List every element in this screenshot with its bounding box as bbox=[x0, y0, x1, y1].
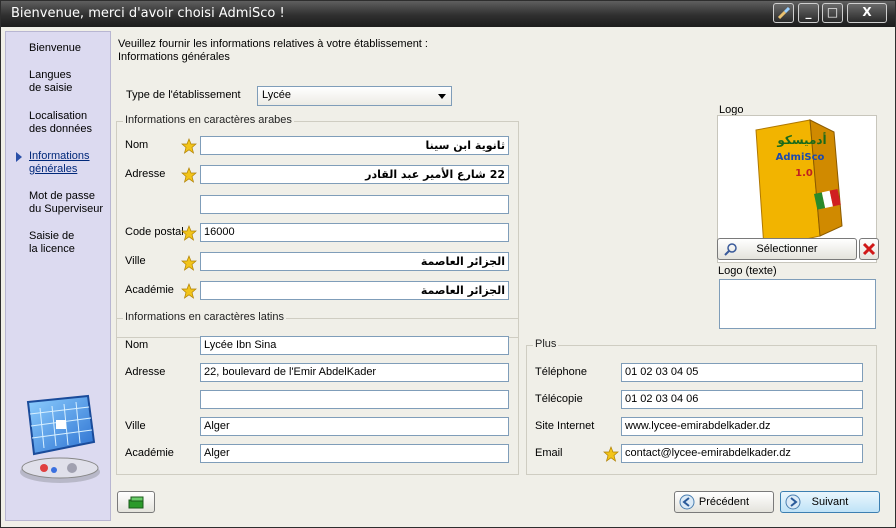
required-star-icon bbox=[181, 255, 197, 271]
latin-ville-label: Ville bbox=[125, 420, 146, 432]
latin-academie-field[interactable]: Alger bbox=[200, 444, 509, 463]
latin-nom-label: Nom bbox=[125, 339, 149, 351]
sidebar-item-langues[interactable]: Langues de saisie bbox=[29, 69, 109, 95]
required-star-icon bbox=[603, 446, 619, 462]
sidebar-item-licence[interactable]: Saisie de la licence bbox=[29, 230, 109, 256]
green-box-icon bbox=[128, 496, 144, 509]
required-star-icon bbox=[181, 283, 197, 299]
sidebar-item-informations[interactable]: Informations générales bbox=[29, 150, 109, 176]
telecopie-label: Télécopie bbox=[535, 393, 583, 405]
sidebar-item-mot-de-passe[interactable]: Mot de passe du Superviseur bbox=[29, 190, 109, 216]
logo-text-arabic: أدميسكو bbox=[776, 132, 826, 148]
sidebar-item-bienvenue[interactable]: Bienvenue bbox=[29, 42, 109, 55]
arabic-adresse-label: Adresse bbox=[125, 168, 166, 180]
telephone-field[interactable]: 01 02 03 04 05 bbox=[621, 363, 863, 382]
plus-group-title: Plus bbox=[533, 338, 559, 350]
delete-logo-button[interactable] bbox=[859, 238, 879, 260]
telephone-label: Téléphone bbox=[535, 366, 587, 378]
email-field[interactable]: contact@lycee-emirabdelkader.dz bbox=[621, 444, 863, 463]
main-window: Bienvenue, merci d'avoir choisi AdmiSco … bbox=[0, 0, 896, 528]
window-title: Bienvenue, merci d'avoir choisi AdmiSco … bbox=[11, 6, 285, 21]
instructions-text: Veuillez fournir les informations relati… bbox=[118, 38, 428, 50]
type-etablissement-value: Lycée bbox=[262, 89, 291, 101]
arabic-adresse2-field[interactable] bbox=[200, 195, 509, 214]
latin-group-title: Informations en caractères latins bbox=[123, 311, 286, 323]
select-logo-button[interactable]: Sélectionner bbox=[717, 238, 857, 260]
arabic-adresse-field[interactable]: 22 شارع الأمير عبد القادر bbox=[200, 165, 509, 184]
latin-adresse2-field[interactable] bbox=[200, 390, 509, 409]
options-button[interactable] bbox=[117, 491, 155, 513]
content-panel: Veuillez fournir les informations relati… bbox=[114, 31, 891, 521]
logo-text-field[interactable] bbox=[719, 279, 876, 329]
arabic-nom-label: Nom bbox=[125, 139, 149, 151]
minimize-button[interactable]: _ bbox=[798, 3, 819, 23]
arrow-left-icon bbox=[679, 494, 695, 510]
type-etablissement-select[interactable]: Lycée bbox=[257, 86, 452, 106]
chevron-down-icon bbox=[438, 94, 446, 99]
arabic-code-postal-field[interactable]: 16000 bbox=[200, 223, 509, 242]
delete-x-icon bbox=[862, 242, 876, 256]
email-label: Email bbox=[535, 447, 563, 459]
required-star-icon bbox=[181, 138, 197, 154]
site-internet-label: Site Internet bbox=[535, 420, 595, 432]
close-button[interactable]: X bbox=[847, 3, 887, 23]
arrow-right-icon bbox=[785, 494, 801, 510]
next-button[interactable]: Suivant bbox=[780, 491, 880, 513]
title-bar[interactable]: Bienvenue, merci d'avoir choisi AdmiSco … bbox=[1, 1, 895, 27]
computer-illustration-icon bbox=[20, 394, 100, 483]
arabic-nom-field[interactable]: ثانوية ابن سينا bbox=[200, 136, 509, 155]
current-step-arrow-icon bbox=[16, 152, 22, 162]
paint-brush-icon[interactable] bbox=[773, 3, 794, 23]
magnifier-icon bbox=[724, 243, 737, 256]
latin-ville-field[interactable]: Alger bbox=[200, 417, 509, 436]
previous-button[interactable]: Précédent bbox=[674, 491, 774, 513]
arabic-ville-label: Ville bbox=[125, 255, 146, 267]
latin-nom-field[interactable]: Lycée Ibn Sina bbox=[200, 336, 509, 355]
latin-academie-label: Académie bbox=[125, 447, 174, 459]
sidebar-item-localisation[interactable]: Localisation des données bbox=[29, 110, 109, 136]
latin-adresse-label: Adresse bbox=[125, 366, 166, 378]
arabic-academie-label: Académie bbox=[125, 284, 174, 296]
maximize-button[interactable]: □ bbox=[822, 3, 843, 23]
required-star-icon bbox=[181, 167, 197, 183]
logo-text-label: Logo (texte) bbox=[718, 265, 777, 277]
type-etablissement-label: Type de l'établissement bbox=[126, 89, 241, 101]
wizard-sidebar: Bienvenue Langues de saisie Localisation… bbox=[5, 31, 111, 521]
telecopie-field[interactable]: 01 02 03 04 06 bbox=[621, 390, 863, 409]
latin-adresse-field[interactable]: 22, boulevard de l'Emir AbdelKader bbox=[200, 363, 509, 382]
arabic-group-title: Informations en caractères arabes bbox=[123, 114, 294, 126]
required-star-icon bbox=[181, 225, 197, 241]
arabic-academie-field[interactable]: الجزائر العاصمة bbox=[200, 281, 509, 300]
site-internet-field[interactable]: www.lycee-emirabdelkader.dz bbox=[621, 417, 863, 436]
logo-text-version: 1.0 bbox=[795, 168, 813, 179]
next-label: Suivant bbox=[811, 496, 849, 508]
arabic-ville-field[interactable]: الجزائر العاصمة bbox=[200, 252, 509, 271]
section-subtitle: Informations générales bbox=[118, 51, 230, 63]
arabic-code-postal-label: Code postal bbox=[125, 226, 184, 238]
logo-text-brand: AdmiSco bbox=[776, 152, 825, 163]
select-logo-label: Sélectionner bbox=[756, 243, 818, 255]
previous-label: Précédent bbox=[698, 496, 750, 508]
